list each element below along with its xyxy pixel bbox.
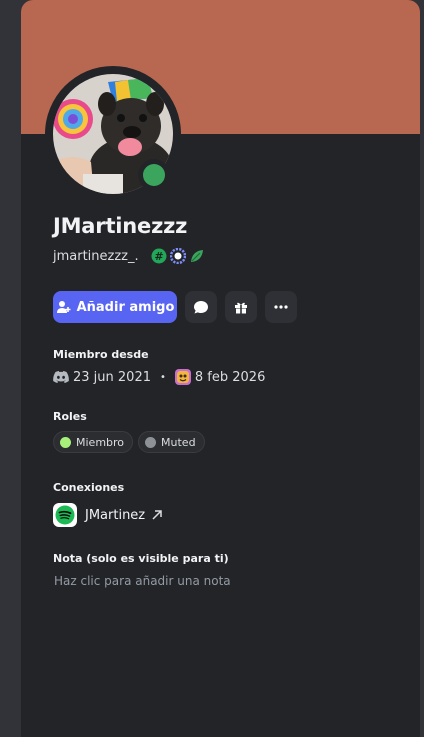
role-pill-muted[interactable]: Muted bbox=[138, 431, 205, 453]
display-name[interactable]: JMartinezzz bbox=[53, 214, 187, 238]
roles-list: Miembro Muted bbox=[53, 431, 210, 453]
gift-button[interactable] bbox=[225, 291, 257, 323]
svg-text:#: # bbox=[154, 250, 163, 263]
leaf-badge-icon[interactable] bbox=[189, 248, 205, 264]
profile-card: JMartinezzz jmartinezzz_. # Añadir amigo… bbox=[21, 0, 420, 737]
note-label: Nota (solo es visible para ti) bbox=[53, 552, 229, 565]
spotify-icon bbox=[53, 503, 77, 527]
action-buttons: Añadir amigo bbox=[53, 291, 305, 323]
connection-spotify[interactable]: JMartinez bbox=[53, 503, 163, 527]
online-status-dot bbox=[143, 164, 165, 186]
connection-name: JMartinez bbox=[85, 507, 146, 523]
ellipsis-icon bbox=[274, 305, 288, 309]
discord-member-date: 23 jun 2021 bbox=[73, 369, 151, 385]
add-friend-icon bbox=[56, 301, 71, 313]
more-options-button[interactable] bbox=[265, 291, 297, 323]
hashtag-badge-icon[interactable]: # bbox=[151, 248, 167, 264]
note-input[interactable]: Haz clic para añadir una nota bbox=[54, 574, 231, 588]
status-indicator bbox=[138, 159, 170, 191]
discord-logo-icon bbox=[53, 371, 69, 383]
role-color-dot bbox=[60, 436, 71, 448]
roles-label: Roles bbox=[53, 410, 87, 423]
add-friend-button[interactable]: Añadir amigo bbox=[53, 291, 177, 323]
role-name: Miembro bbox=[76, 435, 125, 449]
gift-icon bbox=[235, 302, 247, 314]
gear-badge-icon[interactable] bbox=[169, 247, 186, 265]
member-since-label: Miembro desde bbox=[53, 348, 149, 361]
avatar-frame[interactable] bbox=[45, 66, 181, 202]
role-color-dot bbox=[145, 436, 157, 448]
username-row: jmartinezzz_. # bbox=[53, 247, 208, 265]
connections-label: Conexiones bbox=[53, 481, 125, 494]
message-button[interactable] bbox=[185, 291, 217, 323]
chat-bubble-icon bbox=[194, 301, 208, 314]
member-since-row: 23 jun 2021 • 8 feb 2026 bbox=[53, 368, 265, 386]
add-friend-label: Añadir amigo bbox=[76, 299, 175, 315]
separator-dot: • bbox=[159, 371, 166, 383]
role-pill-miembro[interactable]: Miembro bbox=[53, 431, 134, 453]
server-icon bbox=[174, 369, 191, 385]
server-member-date: 8 feb 2026 bbox=[194, 369, 266, 385]
username[interactable]: jmartinezzz_. bbox=[53, 249, 139, 264]
role-name: Muted bbox=[161, 435, 196, 449]
external-link-icon[interactable] bbox=[151, 509, 163, 521]
